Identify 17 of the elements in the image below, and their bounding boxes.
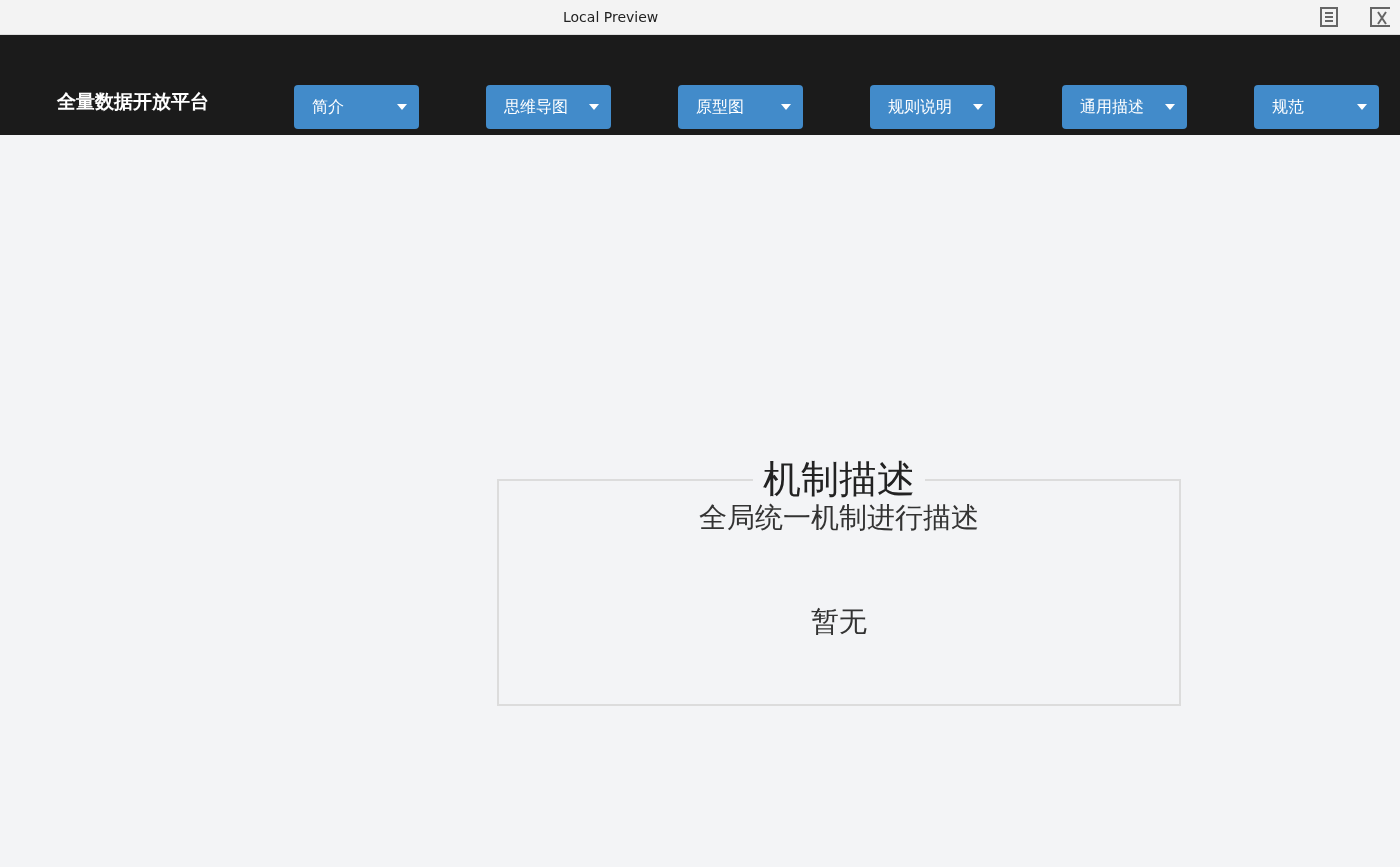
caret-icon <box>1357 104 1367 110</box>
menu-dropdown-button[interactable]: 通用描述 <box>1062 85 1187 129</box>
caret-icon <box>781 104 791 110</box>
caret-icon <box>1165 104 1175 110</box>
menu-dropdown-button[interactable]: 原型图 <box>678 85 803 129</box>
caret-icon <box>973 104 983 110</box>
menu-dropdown-button[interactable]: 规则说明 <box>870 85 995 129</box>
brand-title: 全量数据开放平台 <box>57 88 210 114</box>
caret-icon <box>397 104 407 110</box>
section-body: 暂无 <box>810 603 868 640</box>
menu-dropdown-button[interactable]: 规范 <box>1254 85 1379 129</box>
menu-dropdown-button[interactable]: 思维导图 <box>486 85 611 129</box>
formula-icon[interactable] <box>1370 7 1390 27</box>
caret-icon <box>589 104 599 110</box>
window-title: Local Preview <box>563 7 659 27</box>
document-icon[interactable] <box>1320 7 1338 27</box>
menu-dropdown-button[interactable]: 简介 <box>294 85 419 129</box>
